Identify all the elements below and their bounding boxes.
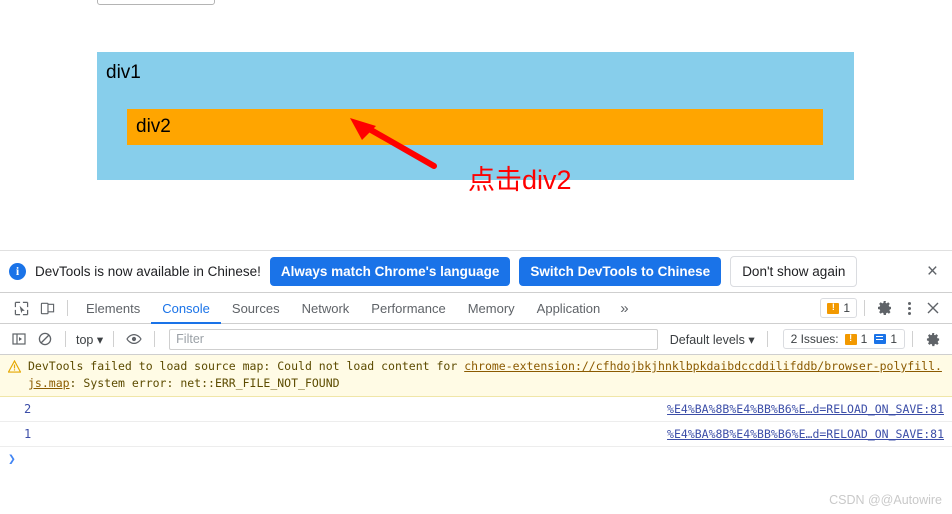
issues-warning-icon: [844, 333, 857, 345]
execution-context-select[interactable]: top ▾: [73, 332, 106, 347]
warning-text-before: DevTools failed to load source map: Coul…: [28, 359, 465, 373]
close-devtools-icon[interactable]: [920, 295, 946, 321]
issues-warning-count: 1: [860, 332, 868, 346]
filter-divider-4: [766, 331, 768, 347]
console-log-row[interactable]: 2 %E4%BA%8B%E4%BB%B6%E…d=RELOAD_ON_SAVE:…: [0, 397, 952, 422]
clear-console-icon[interactable]: [32, 326, 58, 352]
live-expression-eye-icon[interactable]: [121, 326, 147, 352]
console-warning-message[interactable]: DevTools failed to load source map: Coul…: [0, 355, 952, 397]
web-page-viewport: div1 div2 点击div2: [0, 0, 952, 250]
console-filter-input[interactable]: [169, 328, 658, 350]
filter-divider-2: [113, 331, 115, 347]
filter-divider-1: [65, 331, 66, 347]
close-icon[interactable]: ×: [923, 262, 942, 281]
console-message-list: DevTools failed to load source map: Coul…: [0, 355, 952, 514]
warning-count-value: 1: [843, 301, 850, 315]
devtools-language-notification: i DevTools is now available in Chinese! …: [0, 250, 952, 292]
switch-devtools-to-chinese-button[interactable]: Switch DevTools to Chinese: [519, 257, 722, 286]
tab-performance[interactable]: Performance: [360, 293, 456, 324]
div2-container[interactable]: div2: [127, 109, 823, 145]
devtools-main-tabbar: Elements Console Sources Network Perform…: [0, 292, 952, 324]
prompt-chevron-icon: ❯: [8, 451, 16, 467]
log-levels-select[interactable]: Default levels ▾: [665, 332, 760, 347]
device-toolbar-icon[interactable]: [34, 295, 60, 321]
issues-info-icon: [874, 334, 887, 344]
toolbar-divider: [67, 300, 68, 316]
issues-info-count: 1: [890, 332, 897, 346]
chevron-down-icon: ▾: [748, 332, 755, 347]
toolbar-divider-right: [864, 300, 865, 316]
gear-icon[interactable]: [872, 295, 898, 321]
log-source-link[interactable]: %E4%BA%8B%E4%BB%B6%E…d=RELOAD_ON_SAVE:81: [667, 402, 944, 416]
filter-divider-5: [912, 331, 913, 347]
warning-count-badge[interactable]: 1: [820, 298, 857, 318]
issues-label: 2 Issues:: [790, 332, 839, 346]
notification-message: DevTools is now available in Chinese!: [35, 264, 261, 279]
watermark: CSDN @@Autowire: [829, 493, 942, 507]
log-value: 1: [24, 427, 32, 441]
log-value: 2: [24, 402, 32, 416]
always-match-language-button[interactable]: Always match Chrome's language: [269, 257, 511, 286]
tabs-overflow-icon[interactable]: »: [611, 300, 637, 317]
tab-elements[interactable]: Elements: [75, 293, 151, 324]
click-div2-annotation: 点击div2: [468, 165, 572, 195]
warning-icon: [827, 302, 840, 314]
warning-triangle-icon: [8, 360, 21, 373]
cut-off-input-box[interactable]: [97, 0, 215, 5]
dont-show-again-button[interactable]: Don't show again: [730, 256, 858, 287]
issues-badge[interactable]: 2 Issues: 1 1: [782, 329, 905, 349]
info-icon: i: [9, 263, 26, 280]
tab-sources[interactable]: Sources: [221, 293, 291, 324]
kebab-menu-icon[interactable]: [898, 297, 920, 319]
console-sidebar-icon[interactable]: [6, 326, 32, 352]
console-filter-toolbar: top ▾ Default levels ▾ 2 Issues: 1 1: [0, 324, 952, 355]
tab-application[interactable]: Application: [526, 293, 612, 324]
console-prompt-row[interactable]: ❯: [0, 447, 952, 471]
filter-divider-3: [154, 331, 156, 347]
div2-label: div2: [136, 116, 171, 137]
levels-label: Default levels: [669, 332, 745, 347]
context-label: top: [76, 332, 94, 347]
div1-label: div1: [106, 62, 141, 83]
tab-network[interactable]: Network: [291, 293, 361, 324]
tab-console[interactable]: Console: [151, 293, 221, 324]
tab-memory[interactable]: Memory: [457, 293, 526, 324]
chevron-down-icon: ▾: [96, 332, 104, 347]
warning-text-after: : System error: net::ERR_FILE_NOT_FOUND: [69, 376, 340, 390]
console-settings-gear-icon[interactable]: [920, 326, 946, 352]
log-source-link[interactable]: %E4%BA%8B%E4%BB%B6%E…d=RELOAD_ON_SAVE:81: [667, 427, 944, 441]
inspect-element-icon[interactable]: [8, 295, 34, 321]
console-log-row[interactable]: 1 %E4%BA%8B%E4%BB%B6%E…d=RELOAD_ON_SAVE:…: [0, 422, 952, 447]
